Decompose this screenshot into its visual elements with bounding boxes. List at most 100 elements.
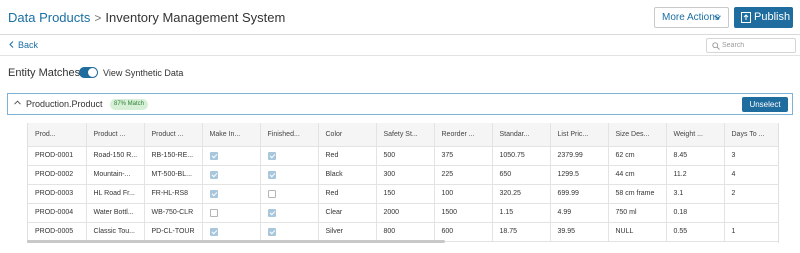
table-cell-size: 58 cm frame — [608, 184, 667, 204]
toggle-knob — [88, 68, 97, 77]
table-row[interactable]: PROD-0002 Mountain-... MT-500-BL... Black 30… — [28, 165, 778, 185]
column-header[interactable]: Standar... — [492, 123, 551, 147]
entity-name: Production.Product — [26, 99, 103, 109]
horizontal-scrollbar[interactable] — [27, 240, 445, 243]
publish-label: Publish — [754, 11, 791, 23]
table-cell-safety: 150 — [376, 184, 435, 204]
unselect-button[interactable]: Unselect — [742, 97, 788, 112]
table-cell-make — [202, 165, 261, 185]
column-header[interactable]: Size Des... — [608, 123, 667, 147]
chevron-left-icon — [9, 41, 14, 48]
column-header[interactable]: Product ... — [144, 123, 203, 147]
column-header[interactable]: Color — [318, 123, 377, 147]
column-header[interactable]: Make In... — [202, 123, 261, 147]
table-cell-number: FR-HL-RS8 — [144, 184, 203, 204]
synthetic-data-toggle[interactable] — [79, 67, 98, 78]
table-cell-finished — [260, 184, 319, 204]
table-cell-number: WB-750-CLR — [144, 203, 203, 223]
table-cell-id: PROD-0002 — [28, 165, 87, 185]
table-cell-reorder: 375 — [434, 146, 493, 166]
table-row[interactable]: PROD-0003 HL Road Fr... FR-HL-RS8 Red 150 100… — [28, 184, 778, 204]
table-cell-std: 650 — [492, 165, 551, 185]
table-cell-std: 1050.75 — [492, 146, 551, 166]
checkbox[interactable] — [267, 151, 276, 160]
table-cell-size: 44 cm — [608, 165, 667, 185]
table-cell-color: Red — [318, 184, 377, 204]
table-cell-color: Clear — [318, 203, 377, 223]
table-cell-safety: 2000 — [376, 203, 435, 223]
table-cell-color: Black — [318, 165, 377, 185]
checkbox[interactable] — [267, 170, 276, 179]
sub-toolbar: Back — [0, 36, 800, 56]
table-cell-number: PD-CL-TOUR — [144, 222, 203, 242]
table-cell-std: 320.25 — [492, 184, 551, 204]
table-cell-name: Mountain-... — [86, 165, 145, 185]
table-row[interactable]: PROD-0005 Classic Tou... PD-CL-TOUR Silver 8… — [28, 222, 778, 242]
checkbox[interactable] — [209, 151, 218, 160]
table-cell-id: PROD-0004 — [28, 203, 87, 223]
column-header[interactable]: Safety St... — [376, 123, 435, 147]
column-header[interactable]: Weight ... — [666, 123, 725, 147]
checkbox[interactable] — [209, 189, 218, 198]
table-cell-id: PROD-0001 — [28, 146, 87, 166]
table-cell-finished — [260, 222, 319, 242]
more-actions-label: More Actions — [662, 12, 720, 23]
publish-button[interactable]: Publish — [734, 7, 793, 28]
table-cell-color: Silver — [318, 222, 377, 242]
checkbox[interactable] — [209, 227, 218, 236]
back-label: Back — [18, 40, 39, 50]
page-title: Inventory Management System — [105, 10, 286, 25]
column-header[interactable]: Prod... — [28, 123, 87, 147]
table-cell-reorder: 1500 — [434, 203, 493, 223]
table-cell-name: Road-150 R... — [86, 146, 145, 166]
table-cell-make — [202, 222, 261, 242]
checkbox[interactable] — [267, 189, 276, 198]
table-cell-finished — [260, 165, 319, 185]
data-table-container: Prod... Product ... Product ... Make In.… — [27, 123, 779, 243]
top-header: Data Products > Inventory Management Syste… — [0, 0, 800, 35]
table-cell-reorder: 600 — [434, 222, 493, 242]
table-cell-days: 2 — [724, 184, 778, 204]
search-icon — [712, 42, 720, 50]
table-cell-id: PROD-0005 — [28, 222, 87, 242]
back-link[interactable]: Back — [9, 40, 38, 51]
more-actions-button[interactable]: More Actions — [654, 7, 729, 28]
table-cell-name: HL Road Fr... — [86, 184, 145, 204]
table-header-row: Prod... Product ... Product ... Make In.… — [28, 123, 778, 147]
table-cell-list: 1299.5 — [550, 165, 609, 185]
checkbox[interactable] — [267, 227, 276, 236]
match-badge: 87% Match — [110, 99, 149, 110]
table-cell-days: 4 — [724, 165, 778, 185]
table-cell-finished — [260, 203, 319, 223]
checkbox[interactable] — [209, 170, 218, 179]
table-cell-list: 699.99 — [550, 184, 609, 204]
breadcrumb-data-products-link[interactable]: Data Products — [8, 10, 90, 25]
table-cell-size: 750 ml — [608, 203, 667, 223]
search-input[interactable] — [722, 40, 792, 51]
chevron-up-icon[interactable] — [14, 100, 21, 105]
table-cell-make — [202, 203, 261, 223]
checkbox[interactable] — [267, 208, 276, 217]
table-cell-list: 39.95 — [550, 222, 609, 242]
column-header[interactable]: Days To ... — [724, 123, 778, 147]
table-cell-color: Red — [318, 146, 377, 166]
search-box[interactable] — [706, 38, 796, 53]
table-cell-make — [202, 146, 261, 166]
column-header[interactable]: List Pric... — [550, 123, 609, 147]
checkbox[interactable] — [209, 208, 218, 217]
table-cell-weight: 0.55 — [666, 222, 725, 242]
data-table: Prod... Product ... Product ... Make In.… — [28, 123, 778, 242]
publish-icon — [741, 12, 751, 23]
table-cell-number: MT-500-BL... — [144, 165, 203, 185]
chevron-down-icon — [714, 15, 721, 20]
breadcrumb: Data Products > Inventory Management Syste… — [8, 10, 285, 26]
table-row[interactable]: PROD-0004 Water Bottl... WB-750-CLR Clear 20… — [28, 203, 778, 223]
column-header[interactable]: Finished... — [260, 123, 319, 147]
column-header[interactable]: Product ... — [86, 123, 145, 147]
table-cell-make — [202, 184, 261, 204]
table-cell-id: PROD-0003 — [28, 184, 87, 204]
column-header[interactable]: Reorder ... — [434, 123, 493, 147]
table-row[interactable]: PROD-0001 Road-150 R... RB-150-RE... Red 500… — [28, 146, 778, 166]
entity-section-header[interactable]: Production.Product 87% Match Unselect — [7, 93, 793, 115]
table-cell-list: 4.99 — [550, 203, 609, 223]
